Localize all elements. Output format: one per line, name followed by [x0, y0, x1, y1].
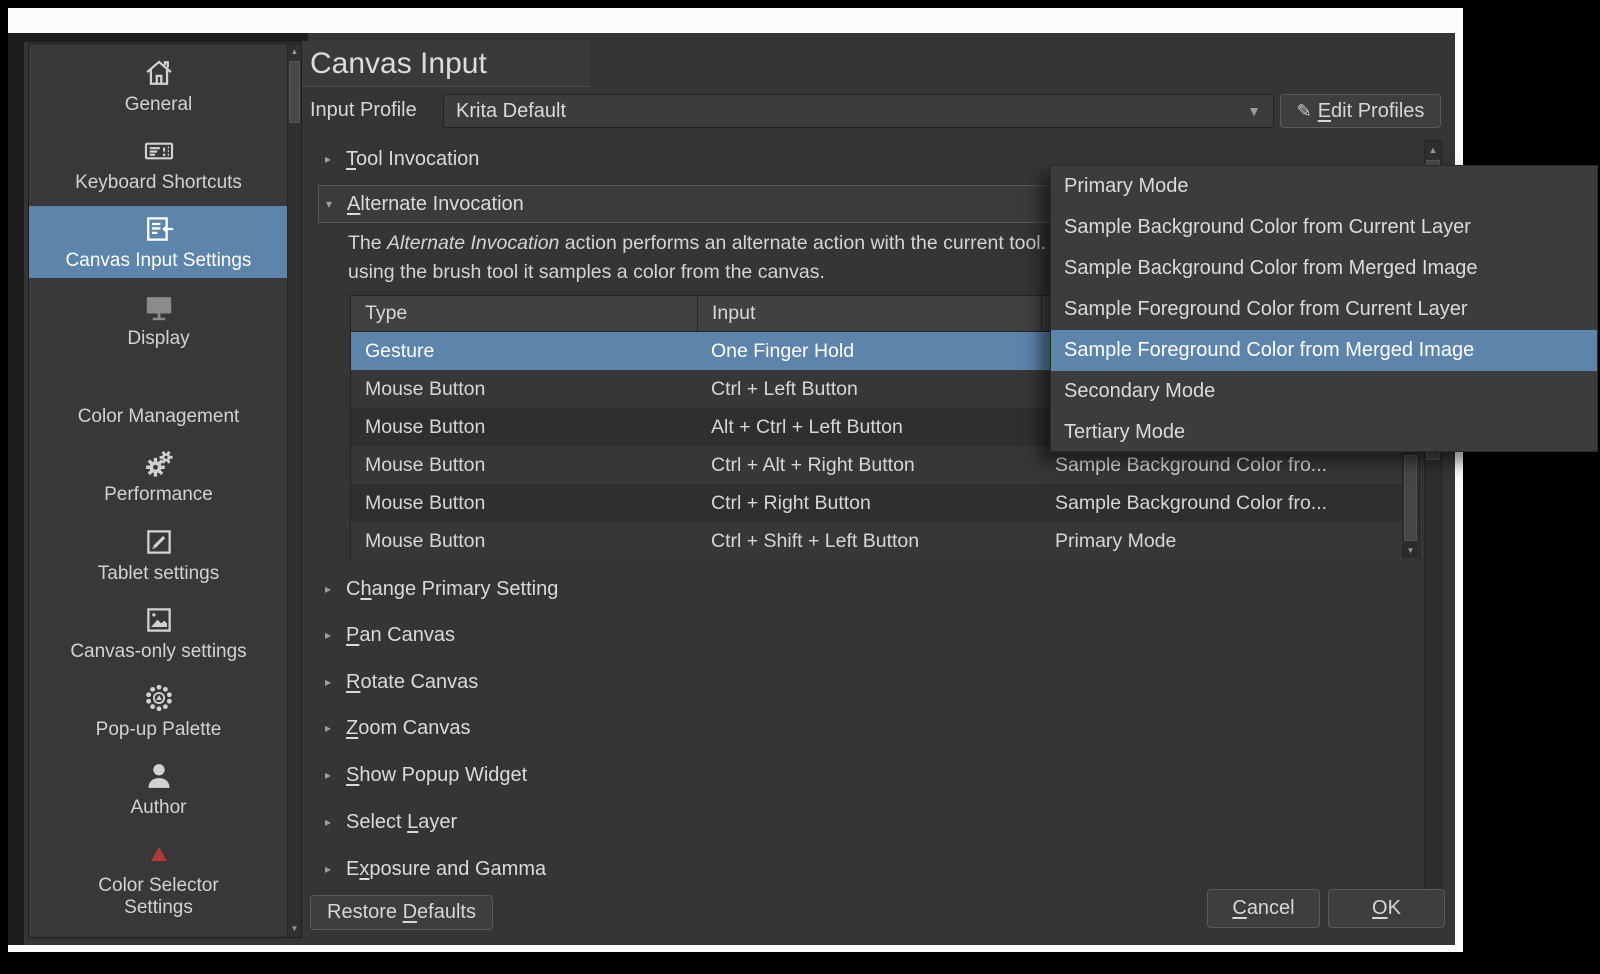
scroll-down-arrow[interactable]: ▼ — [288, 922, 301, 936]
sidebar-item-label: Tablet settings — [98, 563, 219, 585]
sidebar-item-label: Canvas-only settings — [70, 641, 246, 663]
page-title: Canvas Input — [310, 47, 487, 81]
sidebar-item-label: Pop-up Palette — [96, 719, 222, 741]
image-icon — [142, 603, 176, 637]
table-row[interactable]: Mouse Button Ctrl + Right Button Sample … — [351, 484, 1419, 522]
dropdown-option[interactable]: Primary Mode — [1051, 166, 1597, 207]
chevron-down-icon: ▼ — [1247, 103, 1261, 119]
chevron-right-icon: ▸ — [325, 721, 335, 735]
dialog-left-groove — [8, 33, 24, 945]
section-rotate-canvas[interactable]: ▸ Rotate Canvas — [325, 668, 478, 696]
sidebar-item-label: Color Management — [78, 406, 240, 428]
sidebar-item-canvas-input-settings[interactable]: Canvas Input Settings — [29, 206, 288, 278]
sidebar-item-label: Performance — [104, 484, 213, 506]
dropdown-option-selected[interactable]: Sample Foreground Color from Merged Imag… — [1051, 330, 1597, 371]
dropdown-option[interactable]: Secondary Mode — [1051, 371, 1597, 412]
chevron-right-icon: ▸ — [325, 628, 335, 642]
section-exposure-and-gamma[interactable]: ▸ Exposure and Gamma — [325, 855, 546, 883]
sidebar-item-keyboard-shortcuts[interactable]: Keyboard Shortcuts — [29, 128, 288, 200]
chevron-right-icon: ▸ — [325, 862, 335, 876]
keyboard-icon — [142, 134, 176, 168]
dropdown-option[interactable]: Sample Foreground Color from Current Lay… — [1051, 289, 1597, 330]
chevron-right-icon: ▸ — [325, 815, 335, 829]
action-dropdown-popup: Primary Mode Sample Background Color fro… — [1050, 165, 1598, 452]
section-tool-invocation[interactable]: ▸ Tool Invocation — [325, 145, 479, 173]
screenshot-root: General Keyboard Shortcuts — [0, 0, 1600, 974]
section-change-primary-setting[interactable]: ▸ Change Primary Setting — [325, 575, 558, 603]
section-pan-canvas[interactable]: ▸ Pan Canvas — [325, 621, 455, 649]
sidebar-item-tablet-settings[interactable]: Tablet settings — [29, 519, 288, 591]
sidebar-item-label: Canvas Input Settings — [66, 250, 252, 272]
sidebar-item-popup-palette[interactable]: Pop-up Palette — [29, 675, 288, 747]
chevron-right-icon: ▸ — [325, 675, 335, 689]
scroll-thumb[interactable] — [1404, 455, 1417, 541]
ok-button[interactable]: OK — [1328, 889, 1445, 928]
column-header-input[interactable]: Input — [697, 296, 1041, 331]
scroll-up-arrow[interactable]: ▲ — [288, 45, 301, 59]
scroll-up-arrow[interactable]: ▲ — [1425, 142, 1441, 158]
color-selector-icon — [142, 837, 176, 871]
dialog-top-groove — [8, 33, 308, 42]
chevron-right-icon: ▸ — [325, 152, 335, 166]
input-profile-label: Input Profile — [310, 99, 417, 122]
sidebar-scrollbar[interactable]: ▲ ▼ — [287, 44, 301, 937]
settings-sidebar: General Keyboard Shortcuts — [28, 43, 302, 938]
input-profile-select[interactable]: Krita Default ▼ — [443, 94, 1274, 128]
color-wheel-icon — [142, 368, 176, 402]
sidebar-item-label: Display — [127, 328, 189, 350]
dropdown-option[interactable]: Tertiary Mode — [1051, 412, 1597, 453]
sidebar-item-label: Color Selector Settings — [74, 875, 244, 919]
gears-icon — [142, 446, 176, 480]
section-show-popup-widget[interactable]: ▸ Show Popup Widget — [325, 761, 527, 789]
scroll-thumb[interactable] — [289, 61, 300, 123]
sidebar-item-label: Keyboard Shortcuts — [75, 172, 242, 194]
input-profile-value: Krita Default — [456, 100, 566, 123]
chevron-right-icon: ▸ — [325, 582, 335, 596]
canvas-input-icon — [142, 212, 176, 246]
scroll-down-arrow[interactable]: ▼ — [1403, 544, 1418, 558]
sidebar-item-label: General — [125, 94, 193, 116]
sidebar-item-performance[interactable]: Performance — [29, 440, 288, 512]
sidebar-list: General Keyboard Shortcuts — [29, 44, 288, 937]
section-select-layer[interactable]: ▸ Select Layer — [325, 808, 457, 836]
dropdown-option[interactable]: Sample Background Color from Current Lay… — [1051, 207, 1597, 248]
user-icon — [142, 759, 176, 793]
chevron-down-icon: ▾ — [326, 197, 336, 211]
sidebar-item-color-selector-settings[interactable]: Color Selector Settings — [29, 831, 288, 931]
sidebar-item-display[interactable]: Display — [29, 284, 288, 356]
dropdown-option[interactable]: Sample Background Color from Merged Imag… — [1051, 248, 1597, 289]
sidebar-item-canvas-only-settings[interactable]: Canvas-only settings — [29, 597, 288, 669]
popup-palette-icon — [142, 681, 176, 715]
home-icon — [142, 56, 176, 90]
restore-defaults-button[interactable]: Restore Defaults — [310, 895, 493, 930]
edit-profiles-button[interactable]: ✎ Edit Profiles — [1280, 94, 1441, 128]
table-row[interactable]: Mouse Button Ctrl + Shift + Left Button … — [351, 522, 1419, 560]
pencil-icon: ✎ — [1297, 101, 1312, 122]
column-header-type[interactable]: Type — [351, 296, 697, 331]
sidebar-item-author[interactable]: Author — [29, 753, 288, 825]
sidebar-item-label: Author — [131, 797, 187, 819]
cancel-button[interactable]: Cancel — [1207, 889, 1320, 928]
chevron-right-icon: ▸ — [325, 768, 335, 782]
section-zoom-canvas[interactable]: ▸ Zoom Canvas — [325, 714, 471, 742]
tablet-pen-icon — [142, 525, 176, 559]
sidebar-item-color-management[interactable]: Color Management — [29, 362, 288, 434]
monitor-icon — [142, 290, 176, 324]
sidebar-item-general[interactable]: General — [29, 50, 288, 122]
page-title-tab: Canvas Input — [302, 41, 590, 87]
